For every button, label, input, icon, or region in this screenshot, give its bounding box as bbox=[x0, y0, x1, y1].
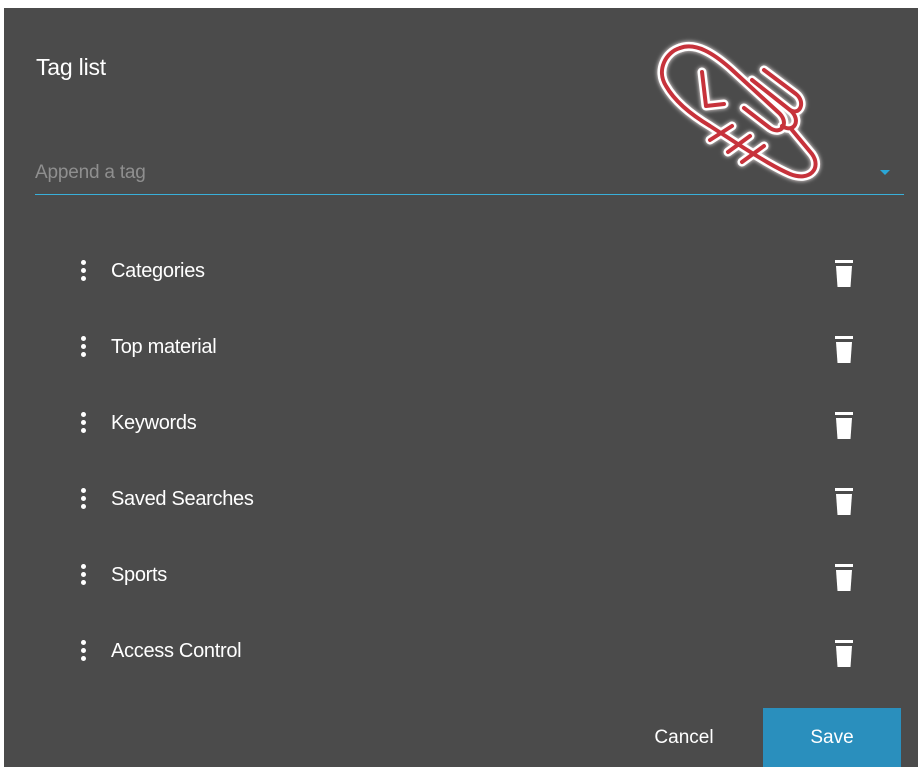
trash-icon[interactable] bbox=[830, 410, 858, 440]
trash-icon[interactable] bbox=[830, 562, 858, 592]
tag-label: Sports bbox=[111, 564, 168, 586]
tag-row: Sports bbox=[4, 538, 918, 612]
tag-label: Keywords bbox=[111, 412, 197, 434]
drag-handle-icon[interactable] bbox=[76, 486, 92, 512]
tag-row: Saved Searches bbox=[4, 462, 918, 536]
tag-row: Access Control bbox=[4, 614, 918, 688]
trash-icon[interactable] bbox=[830, 258, 858, 288]
trash-icon[interactable] bbox=[830, 486, 858, 516]
drag-handle-icon[interactable] bbox=[76, 258, 92, 284]
append-tag-select[interactable] bbox=[35, 148, 904, 195]
tag-row: Categories bbox=[4, 234, 918, 308]
dialog-footer: Cancel Save bbox=[4, 708, 918, 767]
trash-icon[interactable] bbox=[830, 638, 858, 668]
drag-handle-icon[interactable] bbox=[76, 562, 92, 588]
drag-handle-icon[interactable] bbox=[76, 638, 92, 664]
append-tag-input[interactable] bbox=[35, 158, 855, 188]
drag-handle-icon[interactable] bbox=[76, 410, 92, 436]
caret-down-icon[interactable] bbox=[880, 170, 890, 175]
trash-icon[interactable] bbox=[830, 334, 858, 364]
tag-label: Access Control bbox=[111, 640, 242, 662]
tag-row: Top material bbox=[4, 310, 918, 384]
cancel-button[interactable]: Cancel bbox=[634, 708, 734, 767]
tag-label: Top material bbox=[111, 336, 217, 358]
tag-row: Keywords bbox=[4, 386, 918, 460]
tag-list-dialog: Tag list Append a tag Categories Top mat… bbox=[4, 8, 918, 767]
drag-handle-icon[interactable] bbox=[76, 334, 92, 360]
dialog-title: Tag list bbox=[36, 54, 106, 80]
save-button[interactable]: Save bbox=[763, 708, 901, 767]
tag-label: Categories bbox=[111, 260, 205, 282]
tag-label: Saved Searches bbox=[111, 488, 254, 510]
